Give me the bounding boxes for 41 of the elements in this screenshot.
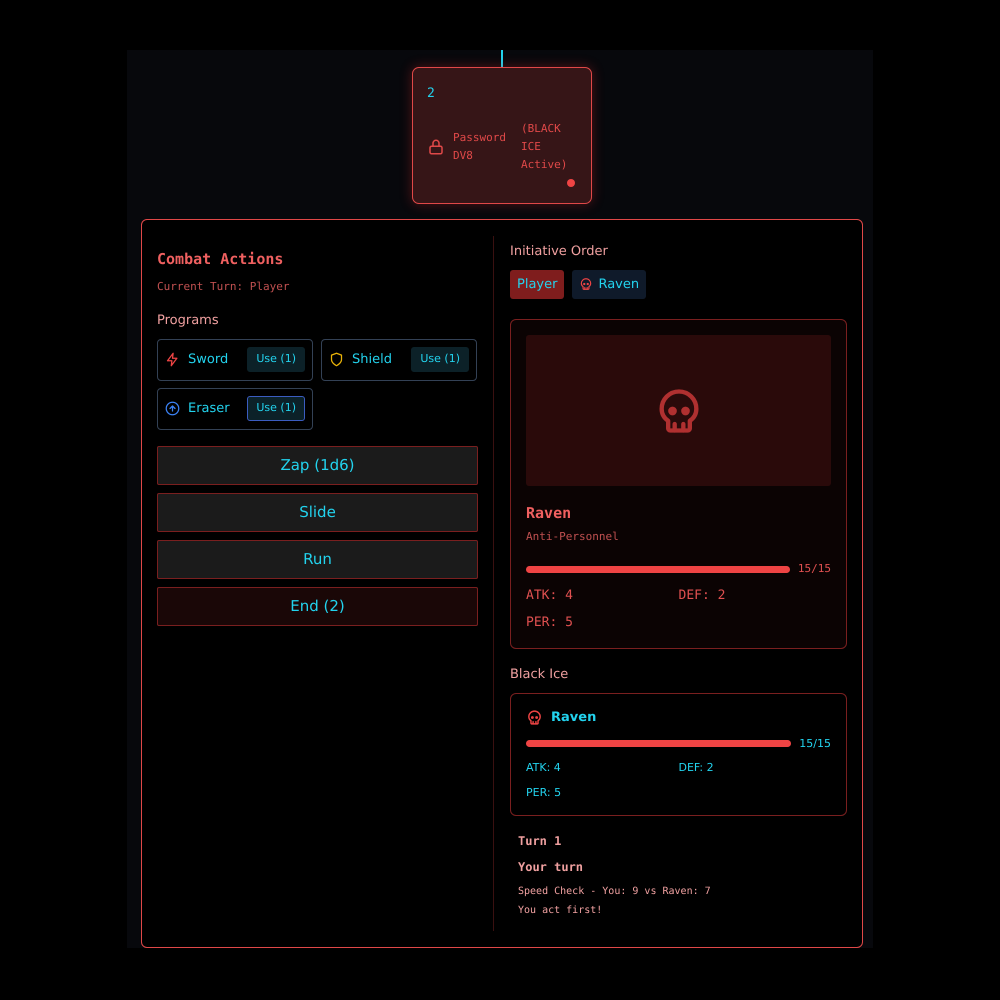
use-button[interactable]: Use (1) [247, 396, 305, 421]
stat-text: ATK: 4 [526, 586, 574, 604]
stat-text: PER: 5 [526, 784, 562, 800]
status-dot [567, 179, 575, 187]
action-button[interactable]: Zap (1d6) [157, 446, 478, 484]
program-name: Sword [188, 350, 228, 369]
node-label: Password DV8 [453, 130, 507, 164]
use-button[interactable]: Use (1) [247, 347, 305, 372]
current-turn: Current Turn: Player [157, 278, 290, 294]
section-label: Initiative Order [510, 243, 609, 261]
log-line: Speed Check - You: 9 vs Raven: 7 [518, 885, 712, 899]
section-label: Black Ice [510, 666, 570, 684]
program-name: Shield [352, 350, 392, 369]
stat-text: PER: 5 [526, 614, 574, 632]
health-value: 15/15 [798, 561, 831, 577]
initiative-chip[interactable]: Raven [572, 270, 646, 299]
section-label: Programs [157, 312, 220, 330]
node-status: (BLACK ICE Active) [521, 120, 568, 172]
enemy-name: Raven [526, 503, 572, 524]
skull-icon [526, 709, 543, 726]
enemy-type: Anti-Personnel [526, 528, 620, 544]
stat-text: DEF: 2 [678, 586, 726, 604]
use-button[interactable]: Use (1) [411, 347, 469, 372]
health-value: 15/15 [799, 736, 831, 752]
log-line: You act first! [518, 904, 604, 918]
stat-text: ATK: 4 [526, 760, 562, 776]
action-button[interactable]: Slide [157, 492, 478, 532]
program-name: Eraser [188, 400, 230, 418]
log-line: Your turn [518, 859, 584, 876]
initiative-chip[interactable]: Player [510, 270, 564, 299]
ice-name: Raven [551, 709, 596, 727]
connector-line [501, 50, 503, 67]
lock-icon [427, 138, 445, 156]
skull-icon [579, 277, 594, 292]
action-button[interactable]: Run [157, 540, 478, 578]
network-node[interactable]: 2 Password DV8 (BLACK ICE Active) [412, 67, 592, 204]
stat-text: DEF: 2 [678, 760, 715, 776]
log-line: Turn 1 [518, 833, 562, 850]
panel-title: Combat Actions [157, 249, 284, 270]
node-number: 2 [427, 85, 436, 103]
action-button[interactable]: End (2) [157, 586, 478, 626]
